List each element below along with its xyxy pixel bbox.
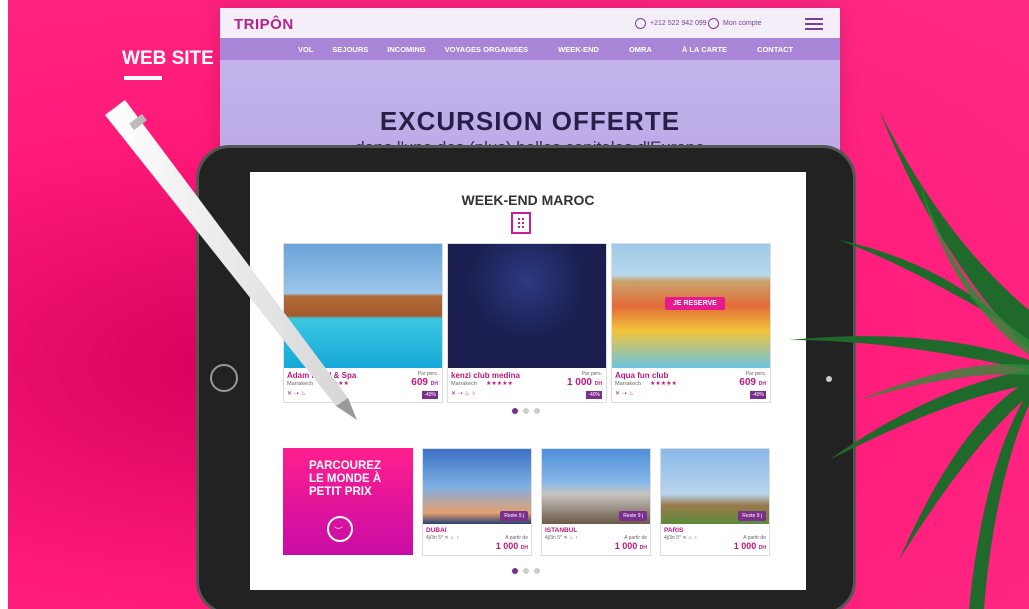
nav-contact[interactable]: CONTACT <box>757 45 793 54</box>
carousel-dot[interactable] <box>523 568 529 574</box>
hotel-location: Marrakech <box>287 381 313 387</box>
left-border <box>0 0 8 609</box>
destination-price: 1 000 DH <box>495 541 528 551</box>
nav-vol[interactable]: VOL <box>298 45 313 54</box>
destination-card[interactable]: Reste 9 j ISTANBUL 4j/3n 5* ✕ ♨ ♀ A part… <box>541 448 651 556</box>
hotel-card[interactable]: JE RESERVE Aqua fun club Marrakech ★★★★★… <box>611 243 771 403</box>
hero-headline: EXCURSION OFFERTE <box>379 106 681 136</box>
destination-photo: Reste 9 j <box>661 449 769 524</box>
hotel-price: 1 000 DH <box>566 377 602 388</box>
hotel-cards: Adam Hotel & Spa Marrakech ★★★★★ Par per… <box>283 243 771 403</box>
hotel-icon <box>511 212 531 234</box>
nav-week-end[interactable]: WEEK-END <box>558 45 599 54</box>
carousel-dot[interactable] <box>534 408 540 414</box>
reserve-button[interactable]: JE RESERVE <box>665 297 725 310</box>
site-header: TRIPÔN +212 522 942 099 Mon compte <box>220 8 840 38</box>
hotel-photo <box>284 244 442 368</box>
tablet-home-button <box>210 364 238 392</box>
site-nav: VOL SEJOURS INCOMING VOYAGES ORGANISES W… <box>220 38 840 60</box>
carousel-dot[interactable] <box>523 408 529 414</box>
destination-photo: Reste 9 j <box>542 449 650 524</box>
phone-link[interactable]: +212 522 942 099 <box>635 18 707 29</box>
account-label: Mon compte <box>723 20 762 27</box>
label-underline <box>124 76 162 80</box>
hotel-name: Aqua fun club <box>615 371 669 380</box>
star-rating: ★★★★★ <box>650 381 677 387</box>
hotel-name: Adam Hotel & Spa <box>287 371 357 380</box>
star-rating: ★★★★★ <box>486 381 513 387</box>
promo-banner[interactable]: PARCOUREZ LE MONDE À PETIT PRIX <box>283 448 413 555</box>
carousel-dot[interactable] <box>512 568 518 574</box>
discount-badge: -40% <box>422 391 438 399</box>
destination-name: PARIS <box>664 527 684 534</box>
hotel-price: 609 DH <box>739 377 766 388</box>
nav-sejours[interactable]: SEJOURS <box>332 45 368 54</box>
destination-price: 1 000 DH <box>614 541 647 551</box>
destination-price: 1 000 DH <box>733 541 766 551</box>
account-link[interactable]: Mon compte <box>708 18 762 29</box>
hotel-name: kenzi club medina <box>451 371 520 380</box>
destination-name: ISTANBUL <box>545 527 578 534</box>
destination-card[interactable]: Reste 9 j DUBAI 4j/3n 5* ✕ ♨ ♀ A partir … <box>422 448 532 556</box>
hotel-location: Marrakech <box>615 381 641 387</box>
amenity-icons: ✕ ⇢ ♨ <box>615 391 634 397</box>
hotel-card[interactable]: kenzi club medina Marrakech ★★★★★ Par pe… <box>447 243 607 403</box>
hotel-location: Marrakech <box>451 381 477 387</box>
destination-details: 4j/3n 5* ✕ ♨ ♀ <box>545 535 579 541</box>
section-title: WEEK-END MAROC <box>461 192 595 208</box>
hotel-photo <box>448 244 606 368</box>
site-logo[interactable]: TRIPÔN <box>234 16 294 33</box>
destination-photo: Reste 9 j <box>423 449 531 524</box>
hotel-card[interactable]: Adam Hotel & Spa Marrakech ★★★★★ Par per… <box>283 243 443 403</box>
promo-text: PARCOUREZ LE MONDE À PETIT PRIX <box>309 460 382 498</box>
days-left-badge: Reste 9 j <box>500 511 528 521</box>
palm-leaf <box>789 110 1029 609</box>
days-left-badge: Reste 9 j <box>738 511 766 521</box>
carousel-dot[interactable] <box>534 568 540 574</box>
smiley-icon <box>327 516 353 542</box>
destination-details: 4j/3n 5* ✕ ♨ ♀ <box>426 535 460 541</box>
discount-badge: -40% <box>750 391 766 399</box>
amenity-icons: ✕ ⇢ ♨ <box>287 391 306 397</box>
menu-icon[interactable] <box>805 18 823 30</box>
destination-name: DUBAI <box>426 527 447 534</box>
days-left-badge: Reste 9 j <box>619 511 647 521</box>
nav-a-la-carte[interactable]: À LA CARTE <box>682 45 727 54</box>
hotel-price: 609 DH <box>411 377 438 388</box>
carousel-dots <box>512 408 540 414</box>
phone-icon <box>635 18 646 29</box>
discount-badge: -40% <box>586 391 602 399</box>
carousel-dot[interactable] <box>512 408 518 414</box>
tablet-screen: WEEK-END MAROC Adam Hotel & Spa Marrakec… <box>250 172 806 590</box>
user-icon <box>708 18 719 29</box>
destination-card[interactable]: Reste 9 j PARIS 4j/3n 5* ✕ ♨ ♀ A partir … <box>660 448 770 556</box>
amenity-icons: ✕ ⇢ ♨ ♀ <box>451 391 476 397</box>
star-rating: ★★★★★ <box>322 381 349 387</box>
carousel-dots <box>512 568 540 574</box>
web-site-label: WEB SITE <box>122 48 214 69</box>
nav-incoming[interactable]: INCOMING <box>387 45 425 54</box>
phone-number: +212 522 942 099 <box>650 20 707 27</box>
nav-omra[interactable]: OMRA <box>629 45 652 54</box>
nav-voyages-organises[interactable]: VOYAGES ORGANISES <box>445 45 529 54</box>
destination-details: 4j/3n 5* ✕ ♨ ♀ <box>664 535 698 541</box>
